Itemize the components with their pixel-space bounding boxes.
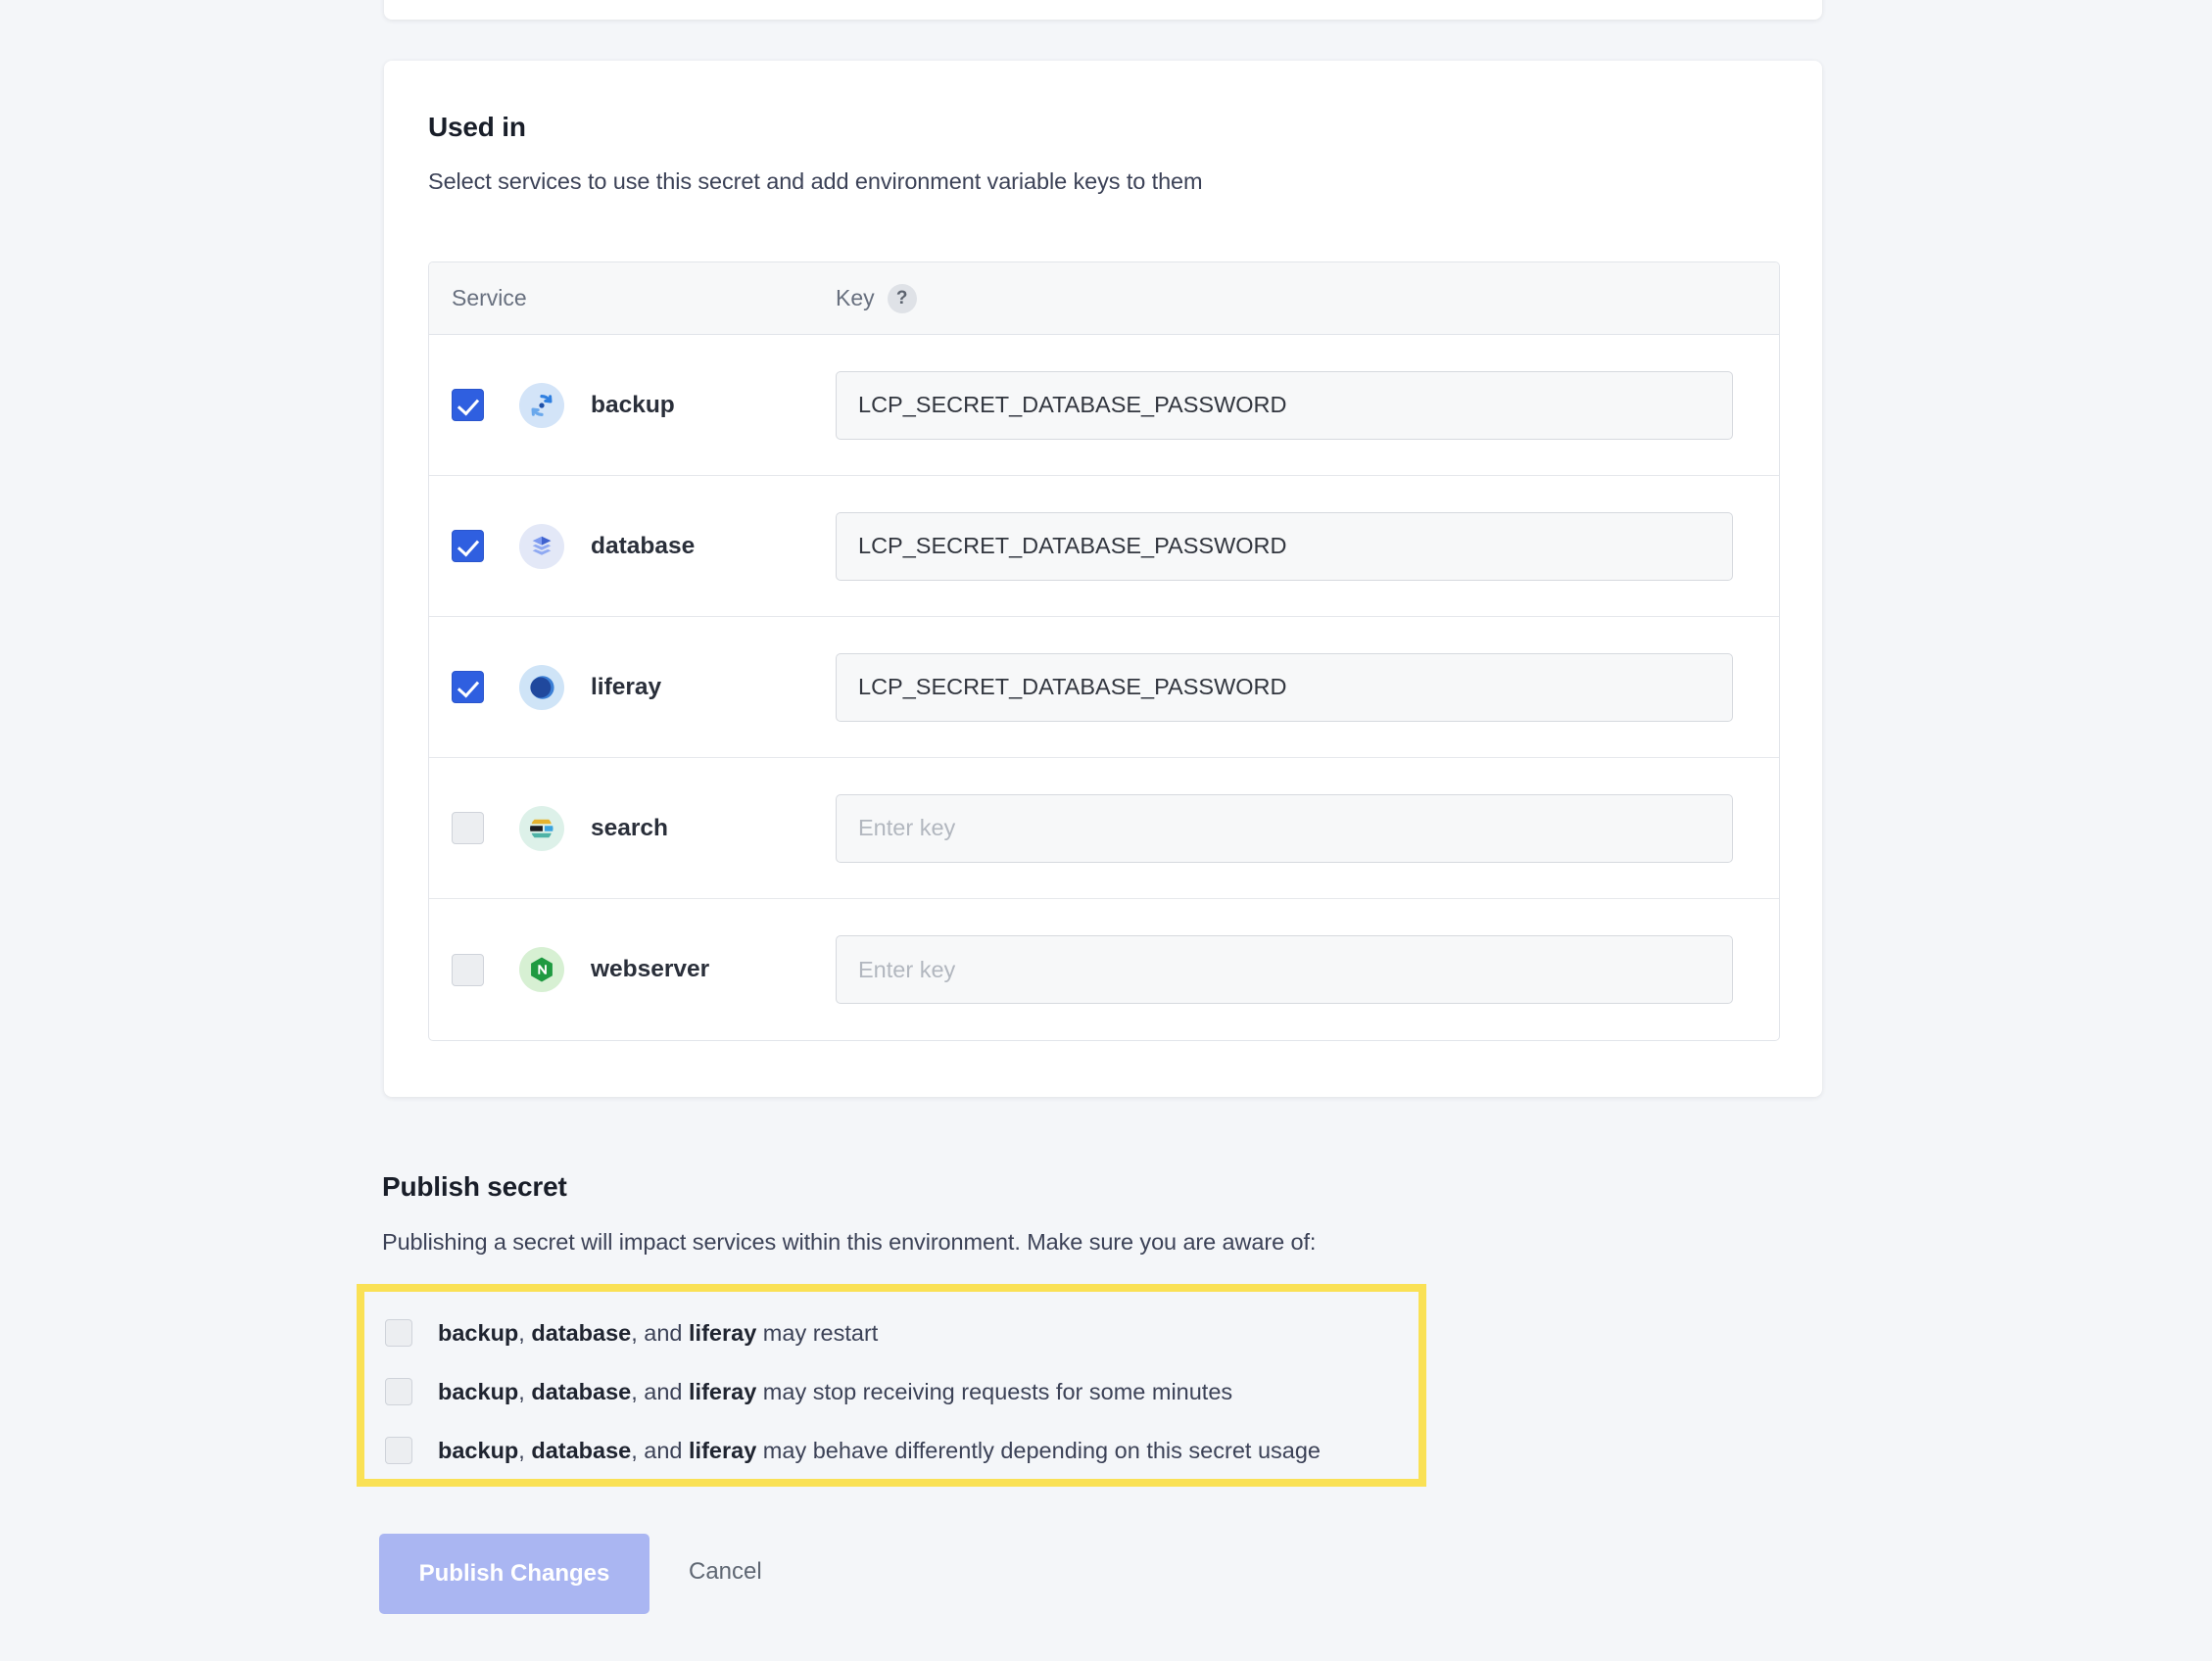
service-checkbox-liferay[interactable] (452, 671, 484, 703)
warning-checkbox-requests[interactable] (385, 1378, 412, 1405)
page-root: Used in Select services to use this secr… (0, 0, 2212, 1661)
key-input-webserver[interactable] (836, 935, 1733, 1004)
key-help-icon[interactable]: ? (887, 283, 917, 313)
column-header-key: Key ? (836, 283, 917, 313)
publish-changes-button[interactable]: Publish Changes (379, 1534, 649, 1614)
column-header-key-label: Key (836, 285, 875, 310)
publish-secret-title: Publish secret (382, 1171, 567, 1202)
cancel-button[interactable]: Cancel (689, 1558, 762, 1586)
service-checkbox-search[interactable] (452, 812, 484, 844)
list-item: backup, database, and liferay may restar… (385, 1304, 1409, 1362)
publish-secret-subtitle: Publishing a secret will impact services… (382, 1229, 1317, 1255)
warning-line-2: backup, database, and liferay may behave… (438, 1437, 1321, 1463)
warning-checkbox-behavior[interactable] (385, 1437, 412, 1464)
list-item: backup, database, and liferay may stop r… (385, 1362, 1409, 1421)
service-cell: webserver (429, 947, 836, 992)
column-header-service: Service (452, 285, 527, 310)
table-row: backup (429, 335, 1779, 476)
backup-sync-icon (519, 382, 564, 428)
used-in-subtitle: Select services to use this secret and a… (428, 168, 1203, 194)
key-input-liferay[interactable] (836, 652, 1733, 722)
publish-warnings-highlight: backup, database, and liferay may restar… (357, 1284, 1426, 1487)
warning-line-0: backup, database, and liferay may restar… (438, 1319, 879, 1346)
warning-text-restart: backup, database, and liferay may restar… (438, 1320, 878, 1347)
warning-text-requests: backup, database, and liferay may stop r… (438, 1379, 1232, 1405)
list-item: backup, database, and liferay may behave… (385, 1421, 1409, 1480)
warning-checkbox-restart[interactable] (385, 1319, 412, 1347)
service-cell: backup (429, 382, 836, 428)
service-name: liferay (591, 673, 662, 700)
nginx-icon (519, 947, 564, 992)
key-input-backup[interactable] (836, 370, 1733, 440)
key-cell (836, 511, 1779, 581)
key-input-search[interactable] (836, 793, 1733, 863)
key-cell (836, 370, 1779, 440)
warning-text-behavior: backup, database, and liferay may behave… (438, 1438, 1321, 1464)
table-row: liferay (429, 617, 1779, 758)
table-row: database (429, 476, 1779, 617)
key-cell (836, 652, 1779, 722)
publish-warnings-list: backup, database, and liferay may restar… (385, 1304, 1409, 1480)
key-input-database[interactable] (836, 511, 1733, 581)
service-checkbox-backup[interactable] (452, 389, 484, 421)
service-cell: search (429, 805, 836, 851)
key-cell (836, 793, 1779, 863)
service-name: database (591, 532, 696, 559)
service-cell: liferay (429, 664, 836, 710)
liferay-icon (519, 664, 564, 710)
service-name: search (591, 814, 669, 841)
services-table-header: Service Key ? (429, 262, 1779, 335)
service-cell: database (429, 523, 836, 569)
used-in-title: Used in (428, 112, 526, 142)
services-table: Service Key ? backup LCP_SECRET_DATABASE… (428, 261, 1780, 1041)
database-layers-icon (519, 523, 564, 569)
used-in-card: Used in Select services to use this secr… (384, 61, 1822, 1097)
table-row: search (429, 758, 1779, 899)
elasticsearch-icon (519, 805, 564, 851)
service-checkbox-database[interactable] (452, 530, 484, 562)
key-cell (836, 935, 1779, 1004)
service-name: backup (591, 391, 675, 418)
warning-line-1: backup, database, and liferay may stop r… (438, 1378, 1233, 1404)
service-checkbox-webserver[interactable] (452, 953, 484, 986)
previous-card-partial (384, 0, 1822, 20)
service-name: webserver (591, 956, 710, 982)
table-row: webserver (429, 899, 1779, 1040)
